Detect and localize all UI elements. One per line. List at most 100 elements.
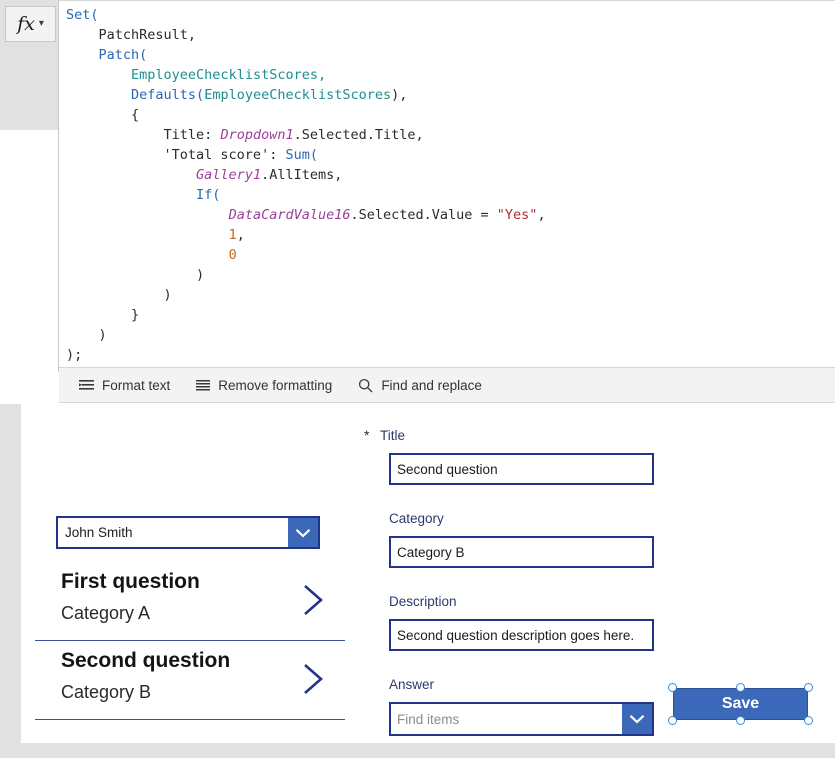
studio-bottom-strip bbox=[0, 743, 835, 758]
form-field-input[interactable]: Second question bbox=[389, 453, 654, 485]
save-button-selection: Save bbox=[668, 683, 813, 725]
resize-handle-bottom-middle[interactable] bbox=[736, 716, 745, 725]
formula-token: Gallery1 bbox=[196, 167, 262, 183]
formula-code-line: ) bbox=[66, 325, 835, 345]
formula-token bbox=[66, 47, 99, 63]
formula-bar-divider bbox=[58, 0, 59, 372]
formula-token: 0 bbox=[228, 247, 237, 263]
resize-handle-top-left[interactable] bbox=[668, 683, 677, 692]
format-text-label: Format text bbox=[102, 377, 171, 393]
form-field: Category Category B bbox=[372, 511, 672, 568]
gallery-item-title: First question bbox=[61, 570, 200, 593]
formula-code-line: Title: Dropdown1.Selected.Title, bbox=[66, 125, 835, 145]
formula-token bbox=[66, 87, 131, 103]
formula-token: .Selected.Value = bbox=[350, 207, 497, 223]
formula-token: ), bbox=[391, 87, 408, 103]
resize-handle-top-right[interactable] bbox=[804, 683, 813, 692]
formula-token: EmployeeChecklistScores, bbox=[131, 67, 327, 83]
format-text-button[interactable]: Format text bbox=[79, 378, 170, 393]
format-text-icon bbox=[79, 379, 94, 392]
chevron-down-icon[interactable] bbox=[288, 518, 318, 547]
formula-token: Patch( bbox=[98, 47, 148, 63]
formula-token: 'Total score': bbox=[66, 147, 286, 163]
formula-code-line: Defaults(EmployeeChecklistScores), bbox=[66, 85, 835, 105]
formula-token: If( bbox=[196, 187, 221, 203]
remove-formatting-label: Remove formatting bbox=[218, 377, 333, 393]
formula-token: ); bbox=[66, 347, 83, 363]
resize-handle-top-middle[interactable] bbox=[736, 683, 745, 692]
required-asterisk: * bbox=[364, 427, 370, 443]
form-field-label-row: Category bbox=[372, 511, 672, 531]
formula-token: Dropdown1 bbox=[220, 127, 294, 143]
formula-code-line: ) bbox=[66, 285, 835, 305]
formula-token bbox=[66, 187, 196, 203]
formula-code-line: 0 bbox=[66, 245, 835, 265]
formula-token: { bbox=[66, 107, 140, 123]
formula-code-line: PatchResult, bbox=[66, 25, 835, 45]
gallery-item-title: Second question bbox=[61, 649, 231, 672]
chevron-down-icon: ▾ bbox=[38, 18, 44, 29]
formula-token: Defaults( bbox=[131, 87, 205, 103]
person-dropdown[interactable]: John Smith bbox=[56, 516, 320, 549]
formula-token: .Selected.Title, bbox=[293, 127, 424, 143]
find-and-replace-button[interactable]: Find and replace bbox=[358, 378, 482, 393]
formula-code-editor[interactable]: Set( PatchResult, Patch( EmployeeCheckli… bbox=[66, 5, 835, 367]
formula-token bbox=[66, 207, 229, 223]
chevron-down-icon[interactable] bbox=[622, 704, 652, 734]
formula-token: ) bbox=[66, 287, 172, 303]
formula-token bbox=[66, 227, 229, 243]
remove-formatting-button[interactable]: Remove formatting bbox=[196, 378, 332, 393]
formula-bar-toolbar: Format text Remove formatting Find and r… bbox=[59, 367, 835, 403]
formula-token: PatchResult, bbox=[66, 27, 197, 43]
formula-token bbox=[66, 247, 229, 263]
formula-code-line: 'Total score': Sum( bbox=[66, 145, 835, 165]
find-and-replace-label: Find and replace bbox=[381, 377, 482, 393]
form-field: * Title Second question bbox=[364, 428, 672, 485]
resize-handle-bottom-left[interactable] bbox=[668, 716, 677, 725]
formula-token bbox=[66, 167, 196, 183]
formula-code-line: { bbox=[66, 105, 835, 125]
formula-code-line: Gallery1.AllItems, bbox=[66, 165, 835, 185]
formula-token: ) bbox=[66, 267, 205, 283]
formula-bar-region: fx ▾ Set( PatchResult, Patch( EmployeeCh… bbox=[0, 0, 835, 404]
formula-token: EmployeeChecklistScores bbox=[204, 87, 392, 103]
form-field-combobox[interactable]: Find items bbox=[389, 702, 654, 736]
chevron-right-icon[interactable] bbox=[301, 582, 327, 623]
formula-token: "Yes" bbox=[496, 207, 538, 223]
formula-code-line: Set( bbox=[66, 5, 835, 25]
chevron-right-icon[interactable] bbox=[301, 661, 327, 702]
formula-token: Title: bbox=[66, 127, 221, 143]
question-edit-form: * Title Second question Category Category B D… bbox=[364, 428, 672, 758]
formula-token: DataCardValue16 bbox=[228, 207, 351, 223]
form-field-label: Description bbox=[389, 594, 457, 609]
form-field-label-row: Answer bbox=[372, 677, 672, 697]
form-field-label-row: * Title bbox=[364, 428, 672, 448]
form-field-placeholder: Find items bbox=[397, 711, 460, 727]
resize-handle-bottom-right[interactable] bbox=[804, 716, 813, 725]
formula-token bbox=[66, 67, 131, 83]
formula-token: Sum( bbox=[285, 147, 318, 163]
form-field: Description Second question description g… bbox=[372, 594, 672, 651]
formula-token: , bbox=[236, 227, 245, 243]
fx-button[interactable]: fx ▾ bbox=[5, 6, 56, 42]
formula-token: ) bbox=[66, 327, 107, 343]
form-field-label: Category bbox=[389, 511, 444, 526]
formula-code-line: DataCardValue16.Selected.Value = "Yes", bbox=[66, 205, 835, 225]
formula-token: , bbox=[537, 207, 546, 223]
formula-code-line: } bbox=[66, 305, 835, 325]
formula-code-line: If( bbox=[66, 185, 835, 205]
formula-code-line: Patch( bbox=[66, 45, 835, 65]
formula-token: .AllItems, bbox=[261, 167, 343, 183]
form-field-input[interactable]: Second question description goes here. bbox=[389, 619, 654, 651]
question-gallery: First question Category A Second question C… bbox=[35, 562, 345, 720]
form-field-label-row: Description bbox=[372, 594, 672, 614]
formula-code-line: 1, bbox=[66, 225, 835, 245]
gallery-item[interactable]: First question Category A bbox=[35, 562, 345, 641]
formula-code-line: ) bbox=[66, 265, 835, 285]
powerapps-studio-screenshot: fx ▾ Set( PatchResult, Patch( EmployeeCh… bbox=[0, 0, 835, 758]
formula-fx-column: fx ▾ bbox=[0, 0, 59, 130]
form-field-label: Title bbox=[380, 428, 406, 443]
form-field: Answer Find items bbox=[372, 677, 672, 736]
form-field-input[interactable]: Category B bbox=[389, 536, 654, 568]
gallery-item[interactable]: Second question Category B bbox=[35, 641, 345, 720]
